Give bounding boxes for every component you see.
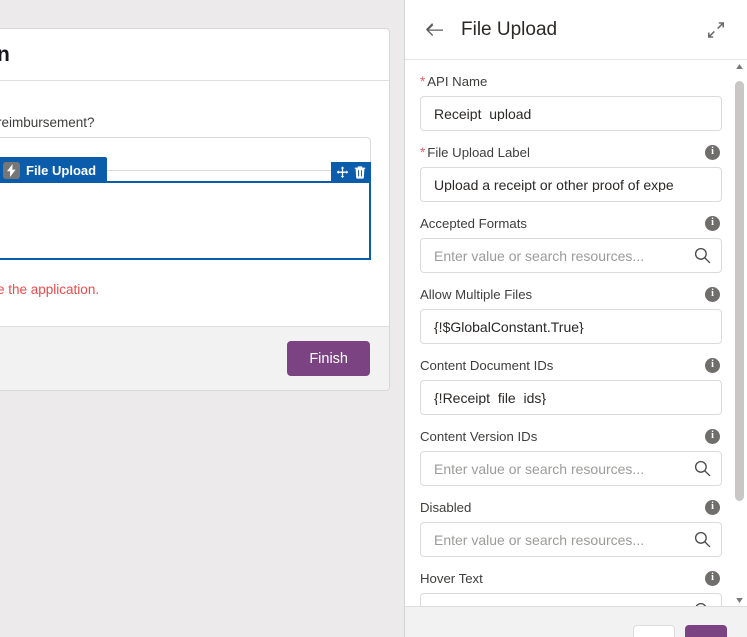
panel-title: File Upload xyxy=(461,18,558,40)
field-label: Hover Text xyxy=(420,570,483,586)
scroll-up-arrow-icon[interactable] xyxy=(734,61,745,72)
info-icon[interactable]: i xyxy=(705,428,720,444)
question-label: reimbursement? xyxy=(0,115,95,130)
panel-fields-scroll-area: * API Name Receipt_upload * File Upload La… xyxy=(405,61,747,606)
file-upload-label-input[interactable]: Upload a receipt or other proof of expe xyxy=(420,167,722,202)
field-accepted-formats: Accepted Formats i Enter value or search… xyxy=(420,213,722,273)
input-value: {!Receipt_file_ids} xyxy=(434,390,547,405)
field-label: Content Version IDs xyxy=(420,428,538,444)
panel-scrollbar[interactable] xyxy=(734,61,745,606)
file-upload-properties-panel: File Upload * API Name Receipt_upload * … xyxy=(404,0,747,637)
api-name-input[interactable]: Receipt_upload xyxy=(420,96,722,131)
field-content-document-ids: Content Document IDs i {!Receipt_file_id… xyxy=(420,355,722,415)
scrollbar-track[interactable] xyxy=(734,72,745,595)
field-api-name: * API Name Receipt_upload xyxy=(420,71,722,131)
field-content-version-ids: Content Version IDs i Enter value or sea… xyxy=(420,426,722,486)
back-arrow-icon[interactable] xyxy=(421,17,447,43)
field-label-row: Disabled i xyxy=(420,497,722,517)
content-document-ids-input[interactable]: {!Receipt_file_ids} xyxy=(420,380,722,415)
panel-header: File Upload xyxy=(405,0,747,60)
field-label-row: * File Upload Label i xyxy=(420,142,722,162)
field-allow-multiple-files: Allow Multiple Files i {!$GlobalConstant… xyxy=(420,284,722,344)
app-screenshot: n reimbursement? File Upload e the appli… xyxy=(0,0,747,637)
lightning-bolt-icon xyxy=(3,161,20,179)
field-label-row: Allow Multiple Files i xyxy=(420,284,722,304)
required-indicator: * xyxy=(420,144,426,160)
field-label: Accepted Formats xyxy=(420,215,528,231)
search-icon[interactable] xyxy=(693,247,711,265)
scrollbar-thumb[interactable] xyxy=(735,81,744,501)
info-icon[interactable]: i xyxy=(705,357,720,373)
field-file-upload-label: * File Upload Label i Upload a receipt or… xyxy=(420,142,722,202)
input-placeholder: Enter value or search resources... xyxy=(434,532,645,547)
field-label-row: Hover Text i xyxy=(420,568,722,588)
panel-footer-actions xyxy=(404,606,747,637)
flow-screen-body: reimbursement? File Upload e the applica… xyxy=(0,81,389,326)
field-label: Disabled xyxy=(420,499,472,515)
component-type-badge: File Upload xyxy=(0,157,108,183)
component-badge-label: File Upload xyxy=(26,162,97,178)
canvas-background xyxy=(0,449,404,637)
selected-file-upload-component[interactable]: File Upload xyxy=(0,157,371,260)
expand-diagonal-icon[interactable] xyxy=(703,17,729,43)
preview-top-strip xyxy=(0,0,392,22)
info-icon[interactable]: i xyxy=(705,286,720,302)
field-label: Content Document IDs xyxy=(420,357,554,373)
field-label-row: * API Name xyxy=(420,71,722,91)
flow-screen-modal: n reimbursement? File Upload e the appli… xyxy=(0,28,390,391)
content-version-ids-input[interactable]: Enter value or search resources... xyxy=(420,451,722,486)
done-button[interactable] xyxy=(685,625,727,637)
required-indicator: * xyxy=(420,73,426,89)
field-label-row: Accepted Formats i xyxy=(420,213,722,233)
move-drag-icon[interactable] xyxy=(336,166,349,179)
search-icon[interactable] xyxy=(693,531,711,549)
cancel-button[interactable] xyxy=(633,625,675,637)
trash-icon[interactable] xyxy=(354,166,366,179)
field-hover-text: Hover Text i Enter value or search resou… xyxy=(420,568,722,606)
finish-button[interactable]: Finish xyxy=(287,341,370,376)
field-label-row: Content Document IDs i xyxy=(420,355,722,375)
field-label: * File Upload Label xyxy=(420,144,530,160)
input-value: {!$GlobalConstant.True} xyxy=(434,319,584,334)
field-label-row: Content Version IDs i xyxy=(420,426,722,446)
info-icon[interactable]: i xyxy=(705,570,720,586)
field-label: Allow Multiple Files xyxy=(420,286,533,302)
field-label: * API Name xyxy=(420,73,488,89)
search-icon[interactable] xyxy=(693,460,711,478)
component-action-bar xyxy=(331,162,371,183)
info-icon[interactable]: i xyxy=(705,499,720,515)
input-placeholder: Enter value or search resources... xyxy=(434,461,645,476)
info-icon[interactable]: i xyxy=(705,215,720,231)
input-placeholder: Enter value or search resources... xyxy=(434,248,645,263)
hover-text-input[interactable]: Enter value or search resources... xyxy=(420,593,722,606)
info-icon[interactable]: i xyxy=(705,144,720,160)
flow-screen-preview: n reimbursement? File Upload e the appli… xyxy=(0,0,404,637)
flow-screen-heading: n xyxy=(0,42,10,66)
validation-error-message: e the application. xyxy=(0,282,100,297)
flow-screen-footer: Finish xyxy=(0,326,389,390)
flow-screen-header: n xyxy=(0,29,389,81)
allow-multiple-files-input[interactable]: {!$GlobalConstant.True} xyxy=(420,309,722,344)
field-disabled: Disabled i Enter value or search resourc… xyxy=(420,497,722,557)
accepted-formats-input[interactable]: Enter value or search resources... xyxy=(420,238,722,273)
input-value: Upload a receipt or other proof of expe xyxy=(434,177,674,192)
scroll-down-arrow-icon[interactable] xyxy=(734,595,745,606)
disabled-input[interactable]: Enter value or search resources... xyxy=(420,522,722,557)
input-value: Receipt_upload xyxy=(434,106,532,121)
